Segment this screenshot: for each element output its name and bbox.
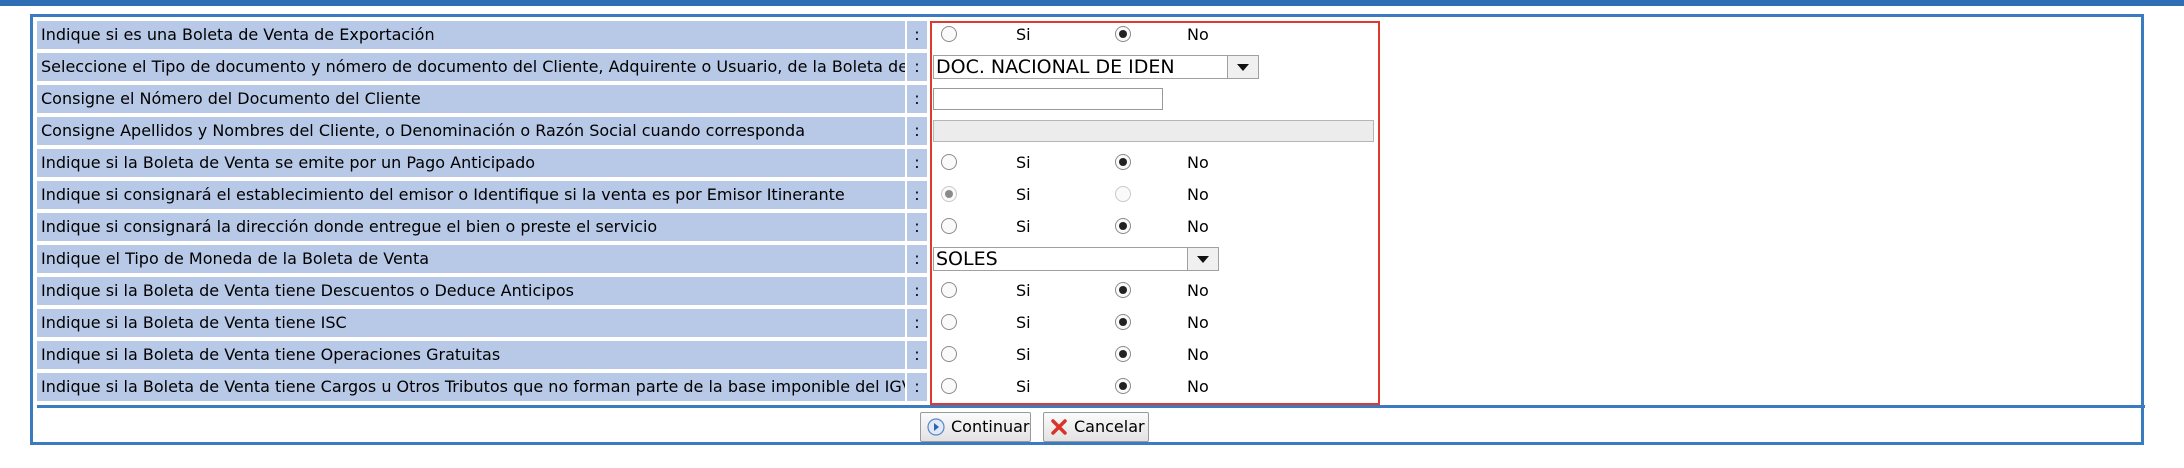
tipo-documento-select[interactable]: DOC. NACIONAL DE IDEN [933, 55, 1259, 79]
numero-documento-input[interactable] [933, 88, 1163, 110]
radio-no[interactable] [1115, 218, 1131, 234]
field-label: Indique si consignará el establecimiento… [37, 181, 905, 209]
radio-si-label: Si [1016, 313, 1031, 332]
dropdown-arrow-icon[interactable] [1227, 56, 1258, 78]
row-direccion-entrega: Indique si consignará la dirección donde… [37, 213, 2137, 241]
radio-no[interactable] [1115, 314, 1131, 330]
row-numero-documento: Consigne el Nómero del Documento del Cli… [37, 85, 2137, 113]
separator: : [907, 309, 927, 337]
radio-no[interactable] [1115, 26, 1131, 42]
radio-si-label: Si [1016, 185, 1031, 204]
radio-si-label: Si [1016, 281, 1031, 300]
row-establecimiento-emisor: Indique si consignará el establecimiento… [37, 181, 2137, 209]
radio-si[interactable] [941, 346, 957, 362]
separator: : [907, 341, 927, 369]
field-label: Indique el Tipo de Moneda de la Boleta d… [37, 245, 905, 273]
radio-no-label: No [1187, 217, 1209, 236]
radio-si[interactable] [941, 282, 957, 298]
radio-no-label: No [1187, 153, 1209, 172]
field-label: Consigne el Nómero del Documento del Cli… [37, 85, 905, 113]
separator: : [907, 277, 927, 305]
field-label: Indique si la Boleta de Venta tiene Carg… [37, 373, 905, 401]
field-label: Indique si la Boleta de Venta tiene Oper… [37, 341, 905, 369]
continuar-button[interactable]: Continuar [920, 412, 1031, 442]
field-label: Indique si consignará la dirección donde… [37, 213, 905, 241]
separator: : [907, 85, 927, 113]
radio-no-label: No [1187, 345, 1209, 364]
radio-no [1115, 186, 1131, 202]
radio-si-label: Si [1016, 25, 1031, 44]
row-descuentos: Indique si la Boleta de Venta tiene Desc… [37, 277, 2137, 305]
radio-si-label: Si [1016, 217, 1031, 236]
row-tipo-moneda: Indique el Tipo de Moneda de la Boleta d… [37, 245, 2137, 273]
separator: : [907, 213, 927, 241]
row-cargos-otros-tributos: Indique si la Boleta de Venta tiene Carg… [37, 373, 2137, 401]
radio-si[interactable] [941, 378, 957, 394]
close-icon [1051, 419, 1067, 435]
row-isc: Indique si la Boleta de Venta tiene ISC … [37, 309, 2137, 337]
radio-no-label: No [1187, 25, 1209, 44]
radio-si[interactable] [941, 314, 957, 330]
radio-no[interactable] [1115, 378, 1131, 394]
separator: : [907, 117, 927, 145]
select-value: DOC. NACIONAL DE IDEN [936, 56, 1175, 78]
arrow-right-circle-icon [927, 418, 945, 436]
separator: : [907, 245, 927, 273]
separator: : [907, 21, 927, 49]
field-label: Indique si la Boleta de Venta se emite p… [37, 149, 905, 177]
radio-no[interactable] [1115, 346, 1131, 362]
radio-si [941, 186, 957, 202]
row-exportacion: Indique si es una Boleta de Venta de Exp… [37, 21, 2137, 49]
field-label: Seleccione el Tipo de documento y nómero… [37, 53, 905, 81]
row-razon-social: Consigne Apellidos y Nombres del Cliente… [37, 117, 2137, 145]
separator: : [907, 181, 927, 209]
radio-no-label: No [1187, 377, 1209, 396]
cancelar-label: Cancelar [1074, 417, 1145, 436]
separator: : [907, 373, 927, 401]
top-bar [0, 0, 2184, 6]
separator: : [907, 149, 927, 177]
radio-no-label: No [1187, 281, 1209, 300]
tipo-moneda-select[interactable]: SOLES [933, 247, 1219, 271]
row-operaciones-gratuitas: Indique si la Boleta de Venta tiene Oper… [37, 341, 2137, 369]
select-value: SOLES [936, 248, 998, 270]
row-pago-anticipado: Indique si la Boleta de Venta se emite p… [37, 149, 2137, 177]
separator: : [907, 53, 927, 81]
row-tipo-documento: Seleccione el Tipo de documento y nómero… [37, 53, 2137, 81]
field-label: Consigne Apellidos y Nombres del Cliente… [37, 117, 905, 145]
radio-no[interactable] [1115, 282, 1131, 298]
cancelar-button[interactable]: Cancelar [1043, 412, 1149, 442]
razon-social-input [933, 120, 1374, 142]
radio-no-label: No [1187, 313, 1209, 332]
field-label: Indique si es una Boleta de Venta de Exp… [37, 21, 905, 49]
form-panel: Indique si es una Boleta de Venta de Exp… [30, 14, 2145, 445]
radio-si[interactable] [941, 26, 957, 42]
continuar-label: Continuar [951, 417, 1030, 436]
radio-si[interactable] [941, 218, 957, 234]
radio-si-label: Si [1016, 377, 1031, 396]
radio-si[interactable] [941, 154, 957, 170]
field-label: Indique si la Boleta de Venta tiene ISC [37, 309, 905, 337]
dropdown-arrow-icon[interactable] [1187, 248, 1218, 270]
field-label: Indique si la Boleta de Venta tiene Desc… [37, 277, 905, 305]
radio-si-label: Si [1016, 345, 1031, 364]
radio-si-label: Si [1016, 153, 1031, 172]
radio-no[interactable] [1115, 154, 1131, 170]
divider [37, 405, 2145, 408]
radio-no-label: No [1187, 185, 1209, 204]
